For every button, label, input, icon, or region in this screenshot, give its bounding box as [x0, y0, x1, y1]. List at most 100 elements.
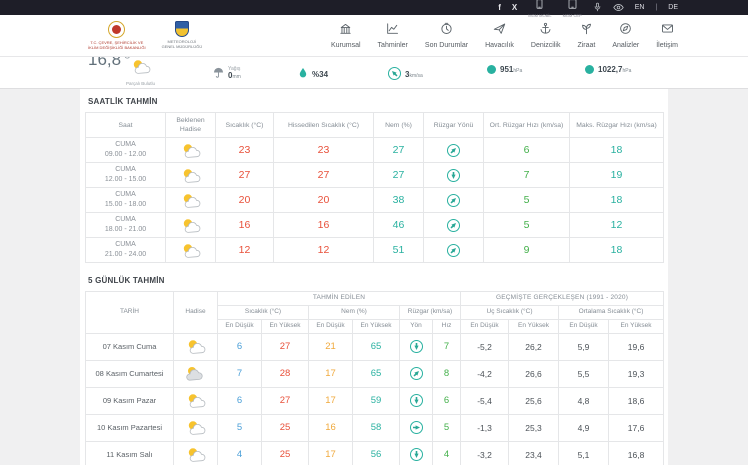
daily-sub-wind-header: Rüzgar (km/sa): [400, 306, 461, 320]
hourly-cell-temp: 23: [216, 138, 274, 163]
hourly-row: CUMA12.00 - 15.00272727719: [86, 163, 664, 188]
hourly-column-header: Rüzgar Yönü: [424, 113, 484, 138]
daily-cell-wind-direction: [400, 387, 433, 414]
nav-item-tahminler[interactable]: Tahminler: [378, 22, 408, 49]
nav-item-label: Kurumsal: [331, 42, 361, 49]
nav-item-analizler[interactable]: Analizler: [612, 22, 639, 49]
daily-cell-condition: [174, 360, 218, 387]
current-temp-value: 16,8: [88, 57, 121, 69]
hourly-cell-humidity: 51: [374, 238, 424, 263]
clock-icon: [440, 22, 453, 40]
hourly-cell-temp: 12: [216, 238, 274, 263]
hourly-cell-avg-wind: 7: [484, 163, 570, 188]
facebook-link[interactable]: f: [498, 4, 501, 12]
sea-level-pressure-gauge-icon: [585, 65, 594, 74]
hourly-cell-avg-wind: 5: [484, 213, 570, 238]
daily-cell-wind-direction: [400, 414, 433, 441]
nav-item-denizcilik[interactable]: Denizcilik: [531, 22, 561, 49]
partly-cloudy-icon: [184, 338, 208, 355]
logo-group: T.C. ÇEVRE, ŞEHİRCİLİK VE İKLİM DEĞİŞİKL…: [88, 21, 202, 50]
partly-cloudy-icon: [184, 419, 208, 436]
hourly-cell-condition: [166, 238, 216, 263]
daily-cell-condition: [174, 441, 218, 465]
hourly-cell-wind-direction: [424, 213, 484, 238]
daily-cell-humidity-max: 56: [353, 441, 400, 465]
forecast-content: SAATLİK TAHMİN SaatBeklenen HadiseSıcakl…: [80, 89, 668, 465]
lang-en-link[interactable]: EN: [635, 4, 645, 11]
hourly-row: CUMA09.00 - 12.00232327618: [86, 138, 664, 163]
daily-cell-temp-max: 28: [262, 360, 309, 387]
daily-cell-temp-max: 25: [262, 414, 309, 441]
eye-icon[interactable]: [613, 0, 624, 17]
hourly-row: CUMA15.00 - 18.00202038518: [86, 188, 664, 213]
tablet-icon: [568, 0, 577, 13]
nav-item-ziraat[interactable]: Ziraat: [577, 22, 595, 49]
mgm-weather-page: f X MGM MOBİL MGM CEP EN | DE T.C. ÇEVRE…: [0, 0, 748, 465]
pressure-item: 951hPa: [487, 65, 522, 74]
compass-icon: [619, 22, 632, 40]
mgm-mobil-link[interactable]: MGM MOBİL: [528, 0, 551, 18]
nav-item-label: Son Durumlar: [425, 42, 468, 49]
pressure-unit: hPa: [513, 68, 522, 74]
lang-separator: |: [655, 4, 657, 11]
nav-item-kurumsal[interactable]: Kurumsal: [331, 22, 361, 49]
daily-minmax-header: En Düşük: [461, 319, 509, 333]
daily-cell-temp-min: 4: [218, 441, 262, 465]
daily-cell-temp-max: 27: [262, 333, 309, 360]
daily-group-forecast-header: TAHMİN EDİLEN: [218, 292, 461, 306]
nav-item-label: Ziraat: [577, 42, 595, 49]
daily-minmax-header: En Yüksek: [262, 319, 309, 333]
partly-cloudy-icon: [179, 167, 203, 184]
hourly-cell-max-wind: 18: [570, 188, 664, 213]
mgm-shield-icon: [175, 21, 189, 37]
twitter-link[interactable]: X: [512, 4, 517, 12]
hourly-cell-time: CUMA15.00 - 18.00: [86, 188, 166, 213]
cloudy-icon: [184, 365, 208, 382]
ministry-emblem-icon: [108, 21, 125, 38]
hourly-cell-max-wind: 18: [570, 238, 664, 263]
nav-item-son-durumlar[interactable]: Son Durumlar: [425, 22, 468, 49]
daily-cell-wind-speed: 5: [433, 414, 461, 441]
hourly-cell-temp: 16: [216, 213, 274, 238]
lang-de-link[interactable]: DE: [668, 4, 678, 11]
ministry-logo[interactable]: T.C. ÇEVRE, ŞEHİRCİLİK VE İKLİM DEĞİŞİKL…: [88, 21, 146, 50]
daily-cell-humidity-min: 17: [309, 387, 353, 414]
partly-cloudy-icon: [184, 446, 208, 463]
hourly-cell-max-wind: 18: [570, 138, 664, 163]
daily-sub-extreme-temp-header: Uç Sıcaklık (°C): [461, 306, 559, 320]
wind-direction-icon: [447, 219, 460, 232]
hourly-cell-wind-direction: [424, 188, 484, 213]
hourly-cell-temp: 20: [216, 188, 274, 213]
hourly-cell-condition: [166, 138, 216, 163]
daily-cell-wind-direction: [400, 333, 433, 360]
daily-cell-extreme-min: -3,2: [461, 441, 509, 465]
sea-level-pressure-item: 1022,7hPa: [585, 65, 631, 74]
mgm-mobil-label: MGM MOBİL: [528, 14, 551, 18]
daily-cell-extreme-min: -1,3: [461, 414, 509, 441]
mgm-cep-link[interactable]: MGM CEP: [563, 0, 582, 18]
daily-cell-avg-max: 16,8: [609, 441, 664, 465]
daily-minmax-header: En Yüksek: [609, 319, 664, 333]
mgm-logo[interactable]: METEOROLOJİ GENEL MÜDÜRLÜĞÜ: [162, 21, 203, 49]
building-icon: [339, 22, 352, 40]
ministry-logo-line2: İKLİM DEĞİŞİKLİĞİ BAKANLIĞI: [88, 45, 146, 50]
phone-icon: [536, 0, 543, 13]
hourly-cell-time: CUMA09.00 - 12.00: [86, 138, 166, 163]
daily-row: 08 Kasım Cumartesi72817658-4,226,65,519,…: [86, 360, 664, 387]
mail-icon: [661, 22, 674, 40]
hourly-cell-time: CUMA21.00 - 24.00: [86, 238, 166, 263]
daily-cell-condition: [174, 414, 218, 441]
hourly-cell-avg-wind: 9: [484, 238, 570, 263]
leaf-icon: [580, 22, 593, 40]
hourly-column-header: Hissedilen Sıcaklık (°C): [274, 113, 374, 138]
daily-cell-date: 10 Kasım Pazartesi: [86, 414, 174, 441]
current-condition-label: Parçalı Bulutlu: [126, 81, 155, 86]
microphone-icon[interactable]: [593, 0, 602, 17]
nav-item-i-leti-im[interactable]: İletişim: [656, 22, 678, 49]
hourly-cell-wind-direction: [424, 163, 484, 188]
nav-item-havac-l-k[interactable]: Havacılık: [485, 22, 514, 49]
humidity-value: %34: [312, 70, 328, 79]
wind-direction-icon: [388, 67, 401, 80]
daily-cell-wind-speed: 8: [433, 360, 461, 387]
partly-cloudy-icon: [179, 217, 203, 234]
